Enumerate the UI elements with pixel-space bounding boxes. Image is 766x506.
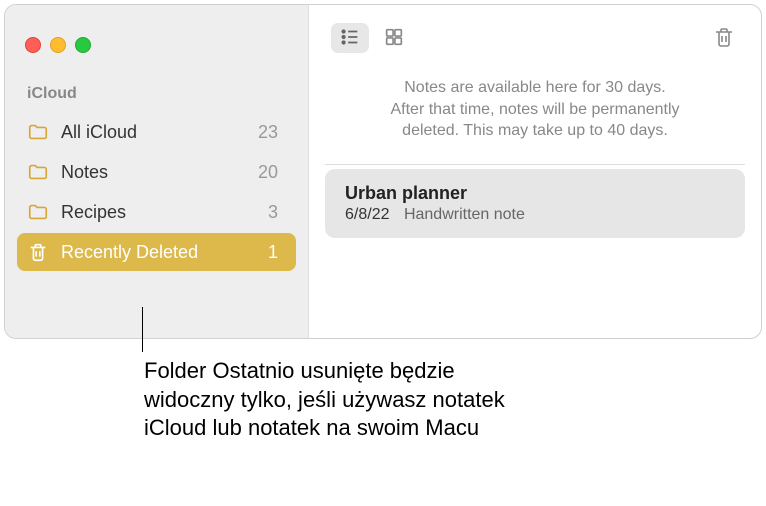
folder-icon (27, 121, 49, 143)
note-title: Urban planner (345, 183, 725, 204)
maximize-window-button[interactable] (75, 37, 91, 53)
note-item[interactable]: Urban planner 6/8/22 Handwritten note (325, 169, 745, 238)
grid-icon (383, 26, 405, 51)
note-list: Urban planner 6/8/22 Handwritten note (309, 169, 761, 238)
info-line-1: Notes are available here for 30 days. (404, 79, 665, 96)
info-line-2: After that time, notes will be permanent… (390, 101, 679, 118)
folder-icon (27, 161, 49, 183)
folder-count: 20 (258, 162, 278, 183)
app-window: iCloud All iCloud 23 Notes 20 (4, 4, 762, 339)
deletion-info: Notes are available here for 30 days. Af… (309, 63, 761, 164)
minimize-window-button[interactable] (50, 37, 66, 53)
note-meta: 6/8/22 Handwritten note (345, 206, 725, 224)
folder-recipes[interactable]: Recipes 3 (17, 193, 296, 231)
callout-text: Folder Ostatnio usunięte będzie widoczny… (144, 357, 544, 443)
callout-line (142, 307, 143, 352)
view-toggle (331, 23, 413, 53)
trash-icon (712, 25, 736, 52)
list-view-button[interactable] (331, 23, 369, 53)
delete-button[interactable] (709, 23, 739, 53)
info-line-3: deleted. This may take up to 40 days. (402, 122, 668, 139)
folder-count: 1 (268, 242, 278, 263)
folder-notes[interactable]: Notes 20 (17, 153, 296, 191)
section-header: iCloud (11, 69, 302, 111)
trash-icon (27, 241, 49, 263)
close-window-button[interactable] (25, 37, 41, 53)
main-panel: Notes are available here for 30 days. Af… (309, 5, 761, 338)
note-subtitle: Handwritten note (404, 206, 525, 223)
folder-all-icloud[interactable]: All iCloud 23 (17, 113, 296, 151)
list-icon (339, 26, 361, 51)
divider (325, 164, 745, 165)
sidebar: iCloud All iCloud 23 Notes 20 (5, 5, 309, 338)
folder-label: Recipes (61, 202, 268, 223)
sidebar-section: iCloud All iCloud 23 Notes 20 (5, 69, 308, 271)
note-date: 6/8/22 (345, 206, 389, 223)
folder-count: 3 (268, 202, 278, 223)
window-controls (5, 17, 308, 69)
folder-label: Notes (61, 162, 258, 183)
folder-label: All iCloud (61, 122, 258, 143)
folder-recently-deleted[interactable]: Recently Deleted 1 (17, 233, 296, 271)
folder-icon (27, 201, 49, 223)
grid-view-button[interactable] (375, 23, 413, 53)
folder-label: Recently Deleted (61, 242, 268, 263)
folder-count: 23 (258, 122, 278, 143)
toolbar (309, 5, 761, 63)
